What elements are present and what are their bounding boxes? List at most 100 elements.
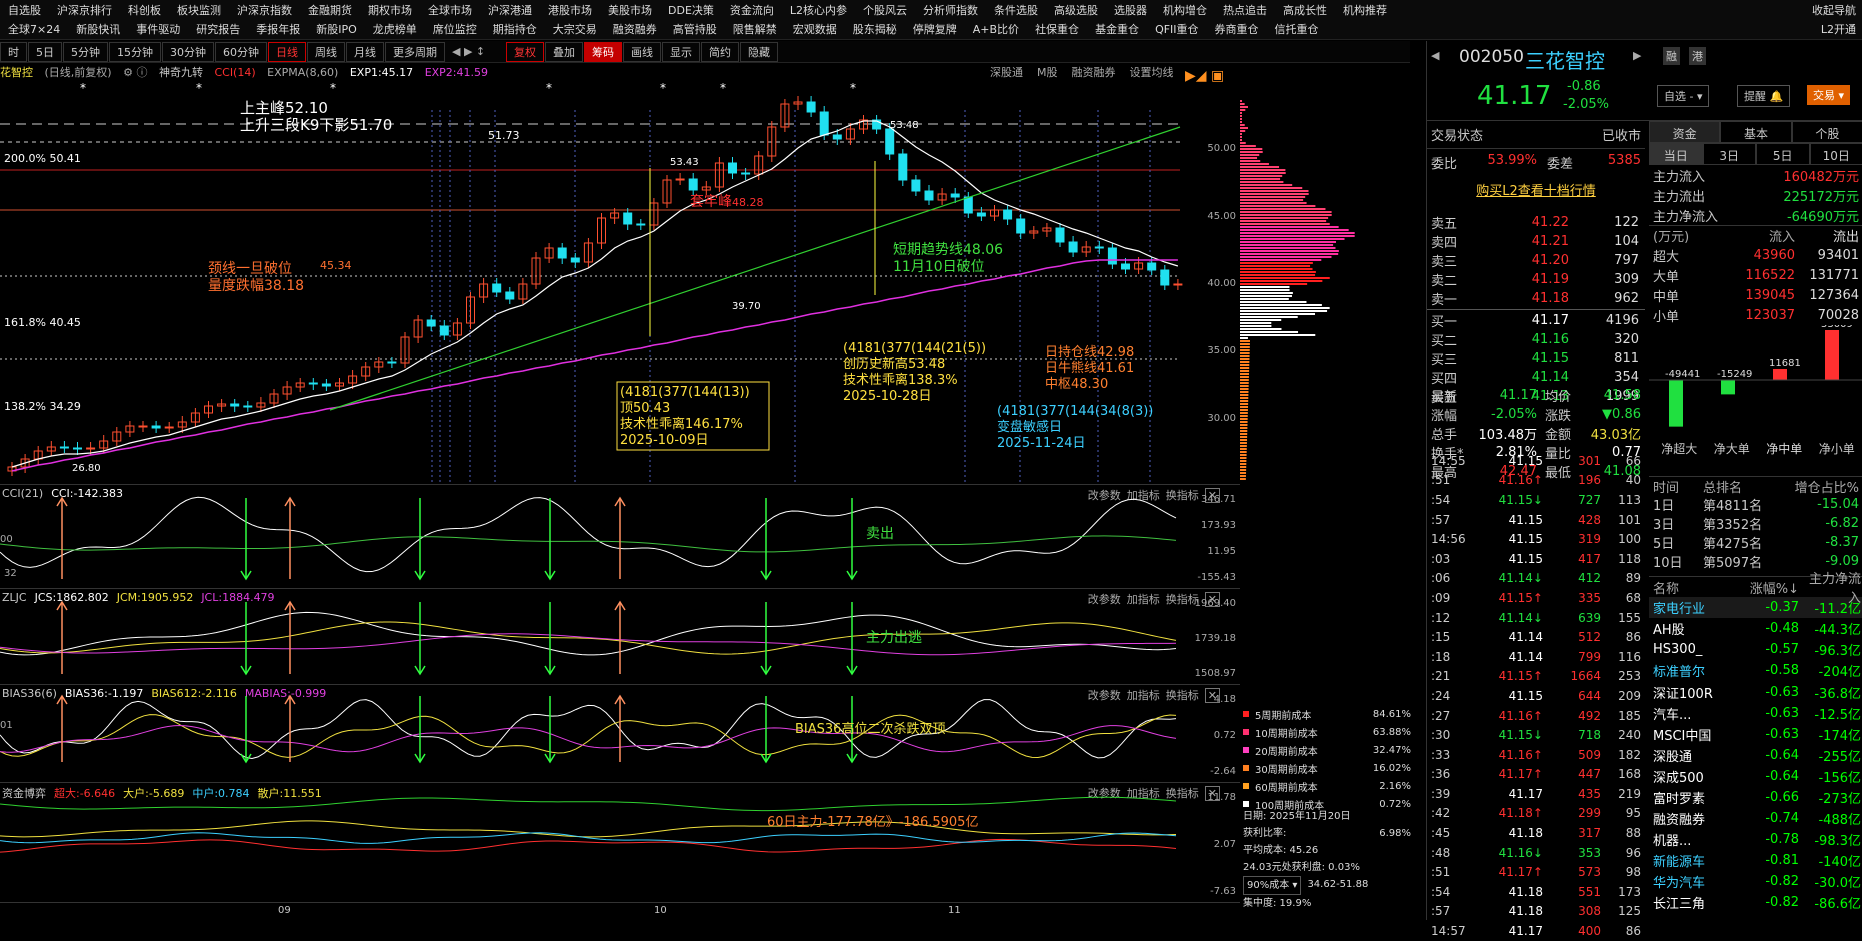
tool-button[interactable]: 显示 (662, 42, 700, 62)
sector-header-cell[interactable]: 涨幅%↓ (1745, 578, 1799, 597)
drawing-tools-icon[interactable]: ▶◢ ▣ (1185, 68, 1224, 84)
fund-subtab[interactable]: 当日 (1649, 143, 1703, 165)
menu-item[interactable]: 融资融券 (605, 21, 665, 37)
fund-tabs[interactable]: 资金基本个股 (1649, 121, 1862, 143)
menu-item[interactable]: 大宗交易 (545, 21, 605, 37)
menu-item[interactable]: 机构增仓 (1155, 2, 1215, 18)
chart-link[interactable]: M股 (1037, 66, 1058, 79)
sector-row[interactable]: 深成500-0.64-156亿 (1649, 766, 1862, 787)
fund-subtabs[interactable]: 当日3日5日10日 (1649, 143, 1862, 165)
menu-item[interactable]: 高级选股 (1046, 2, 1106, 18)
bid-row[interactable]: 买三41.15811 (1427, 349, 1645, 368)
expma-label[interactable]: EXPMA(8,60) (267, 66, 338, 79)
period-tab[interactable]: 周线 (307, 42, 345, 62)
period-tab[interactable]: 日线 (268, 42, 306, 62)
menu-item[interactable]: L2核心内参 (782, 2, 855, 18)
menu-item[interactable]: 板块监测 (169, 2, 229, 18)
ask-row[interactable]: 卖二41.19309 (1427, 270, 1645, 289)
menu-item[interactable]: QFII重仓 (1147, 21, 1206, 37)
bid-row[interactable]: 买一41.174196 (1427, 311, 1645, 330)
sector-row[interactable]: 华为汽车-0.82-30.0亿 (1649, 871, 1862, 892)
bid-row[interactable]: 买四41.14354 (1427, 368, 1645, 387)
tool-button[interactable]: 复权 (506, 42, 544, 62)
menu-item[interactable]: 宏观数据 (785, 21, 845, 37)
add-watchlist-button[interactable]: 自选 - ▾ (1657, 85, 1709, 107)
ask-row[interactable]: 卖一41.18962 (1427, 289, 1645, 308)
trade-button[interactable]: 交易 ▾ (1807, 85, 1850, 105)
sector-row[interactable]: 长江三角-0.82-86.6亿 (1649, 892, 1862, 913)
settings-icon[interactable]: ⚙ ⓘ (123, 66, 147, 79)
menu-item[interactable]: 港股市场 (540, 2, 600, 18)
sector-row[interactable]: 家电行业-0.37-11.2亿 (1649, 597, 1862, 618)
menu-item[interactable]: 新股IPO (308, 21, 365, 37)
menu-item[interactable]: 沪深京排行 (49, 2, 120, 18)
menu-item[interactable]: 停牌复牌 (905, 21, 965, 37)
menu-item[interactable]: 条件选股 (986, 2, 1046, 18)
sector-table[interactable]: 名称涨幅%↓主力净流入家电行业-0.37-11.2亿AH股-0.48-44.3亿… (1649, 576, 1862, 914)
period-tab[interactable]: 5日 (28, 42, 62, 62)
tick-list[interactable]: 14:5541.1530166:5141.16↑19640:5441.15↓72… (1427, 451, 1645, 941)
menu-item[interactable]: 龙虎榜单 (365, 21, 425, 37)
menu-item[interactable]: 期权市场 (360, 2, 420, 18)
menu-item[interactable]: 高管持股 (665, 21, 725, 37)
alert-button[interactable]: 提醒 🔔 (1737, 85, 1790, 107)
sector-row[interactable]: HS300_-0.57-96.3亿 (1649, 639, 1862, 660)
bid-row[interactable]: 买二41.16320 (1427, 330, 1645, 349)
period-tab[interactable]: 月线 (346, 42, 384, 62)
period-tab[interactable]: 更多周期 (385, 42, 445, 62)
menu-item[interactable]: 沪深京指数 (229, 2, 300, 18)
sector-row[interactable]: 汽车...-0.63-12.5亿 (1649, 703, 1862, 724)
tool-button[interactable]: 叠加 (545, 42, 583, 62)
chart-link[interactable]: 融资融券 (1072, 66, 1116, 79)
cci-label[interactable]: CCI(14) (214, 66, 255, 79)
chart-link[interactable]: 设置均线 (1130, 66, 1174, 79)
fund-tab[interactable]: 资金 (1649, 121, 1720, 143)
tool-button[interactable]: 隐藏 (740, 42, 778, 62)
next-stock-icon[interactable]: ▶ (1633, 49, 1641, 62)
collapse-nav-link[interactable]: 收起导航 (1812, 2, 1856, 18)
fund-tab[interactable]: 个股 (1792, 121, 1862, 143)
menu-item[interactable]: 资金流向 (722, 2, 782, 18)
menu-item[interactable]: 金融期货 (300, 2, 360, 18)
tool-button[interactable]: 画线 (623, 42, 661, 62)
ask-row[interactable]: 卖五41.22122 (1427, 213, 1645, 232)
tool-button[interactable]: 筹码 (584, 42, 622, 62)
menu-item[interactable]: 全球7×24 (0, 21, 68, 37)
menu-item[interactable]: 股东揭秘 (845, 21, 905, 37)
period-tab[interactable]: 时 (0, 42, 27, 62)
sector-row[interactable]: 深股通-0.64-255亿 (1649, 745, 1862, 766)
menu-item[interactable]: 自选股 (0, 2, 49, 18)
buy-l2-link[interactable]: 购买L2查看十档行情 (1427, 176, 1645, 203)
fund-subtab[interactable]: 10日 (1810, 143, 1862, 165)
sector-row[interactable]: 融资融券-0.74-488亿 (1649, 808, 1862, 829)
sector-row[interactable]: 新能源车-0.81-140亿 (1649, 850, 1862, 871)
menu-item[interactable]: 个股风云 (855, 2, 915, 18)
sector-row[interactable]: 深证100R-0.63-36.8亿 (1649, 681, 1862, 702)
shenqi-label[interactable]: 神奇九转 (159, 66, 203, 79)
sector-row[interactable]: MSCI中国-0.63-174亿 (1649, 724, 1862, 745)
menu-item[interactable]: 期指持仓 (485, 21, 545, 37)
ask-row[interactable]: 卖三41.20797 (1427, 251, 1645, 270)
chart-link[interactable]: 深股通 (990, 66, 1023, 79)
menu-item[interactable]: 季报年报 (248, 21, 308, 37)
menu-item[interactable]: 高成长性 (1275, 2, 1335, 18)
menu-item[interactable]: 选股器 (1106, 2, 1155, 18)
sector-row[interactable]: AH股-0.48-44.3亿 (1649, 618, 1862, 639)
menu-item[interactable]: 信托重仓 (1267, 21, 1327, 37)
period-tab[interactable]: 15分钟 (109, 42, 161, 62)
menu-item[interactable]: 分析师指数 (915, 2, 986, 18)
fund-subtab[interactable]: 5日 (1756, 143, 1810, 165)
l2-open-link[interactable]: L2开通 (1821, 21, 1856, 37)
menu-item[interactable]: 限售解禁 (725, 21, 785, 37)
menu-item[interactable]: 席位监控 (425, 21, 485, 37)
menu-item[interactable]: 新股快讯 (68, 21, 128, 37)
menu-item[interactable]: 沪深港通 (480, 2, 540, 18)
menu-item[interactable]: 全球市场 (420, 2, 480, 18)
menu-item[interactable]: DDE决策 (660, 2, 722, 18)
fund-subtab[interactable]: 3日 (1703, 143, 1757, 165)
tool-button[interactable]: 简约 (701, 42, 739, 62)
ask-row[interactable]: 卖四41.21104 (1427, 232, 1645, 251)
prev-stock-icon[interactable]: ◀ (1431, 49, 1439, 62)
menu-item[interactable]: 科创板 (120, 2, 169, 18)
cost-select[interactable]: 90%成本 ▾ (1243, 876, 1301, 895)
